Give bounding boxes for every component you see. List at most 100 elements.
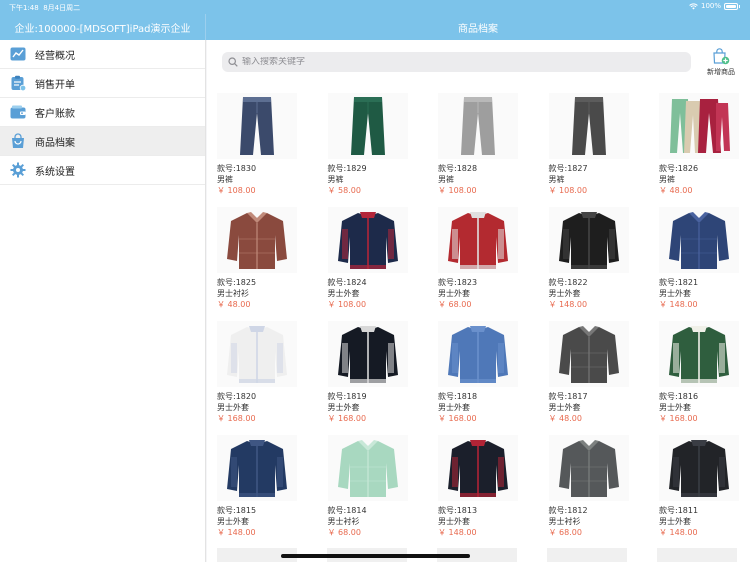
product-code: 款号:1829 [327, 164, 367, 173]
product-price: ￥ 108.00 [548, 186, 588, 195]
product-card[interactable]: 款号:1815 男士外套 ￥ 148.00 [217, 435, 317, 543]
product-name: 男士外套 [659, 403, 691, 412]
product-name: 男士外套 [217, 517, 249, 526]
product-code: 款号:1820 [217, 392, 257, 401]
product-name: 男裤 [438, 175, 454, 184]
product-name: 男士衬衫 [548, 517, 581, 526]
product-card[interactable]: 款号:1813 男士外套 ￥ 148.00 [438, 435, 538, 543]
product-price: ￥ 168.00 [327, 414, 367, 423]
next-row-peek [547, 548, 627, 562]
product-name: 男士外套 [217, 403, 249, 412]
product-name: 男裤 [659, 175, 675, 184]
battery-icon [724, 2, 738, 10]
status-indicators: 100% [689, 2, 740, 10]
product-image [327, 93, 408, 159]
top-bar: 下午1:48 8月4日周二 100% 企业:100000-[MDSOFT]iPa… [0, 0, 750, 40]
product-image [217, 93, 297, 159]
search-bar[interactable] [222, 52, 691, 72]
product-name: 男士衬衫 [327, 517, 360, 526]
status-time: 下午1:48 8月4日周二 [9, 4, 81, 12]
product-code: 款号:1822 [548, 278, 588, 287]
battery-percent: 100% [700, 2, 721, 10]
product-image [659, 93, 739, 159]
product-card[interactable]: 款号:1820 男士外套 ￥ 168.00 [217, 321, 317, 429]
product-image [548, 93, 629, 159]
add-product-button[interactable]: 新增商品 [701, 48, 741, 78]
product-name: 男士外套 [438, 517, 470, 526]
product-price: ￥ 108.00 [327, 300, 367, 309]
product-card[interactable]: 款号:1817 男士外套 ￥ 48.00 [548, 321, 649, 429]
product-card[interactable]: 款号:1819 男士外套 ￥ 168.00 [327, 321, 428, 429]
product-code: 款号:1826 [659, 164, 699, 173]
product-price: ￥ 58.00 [327, 186, 361, 195]
sidebar-item-business-overview[interactable]: 经营概况 [0, 40, 205, 69]
product-code: 款号:1817 [548, 392, 588, 401]
product-image [659, 435, 739, 501]
add-product-label: 新增商品 [707, 68, 735, 76]
product-name: 男士外套 [659, 517, 691, 526]
product-price: ￥ 68.00 [438, 300, 472, 309]
sidebar-item-sales-order[interactable]: 销售开单 [0, 69, 205, 98]
product-price: ￥ 168.00 [438, 414, 477, 423]
product-price: ￥ 68.00 [327, 528, 361, 537]
product-card[interactable]: 款号:1829 男裤 ￥ 58.00 [327, 93, 428, 201]
product-code: 款号:1818 [438, 392, 478, 401]
product-card[interactable]: 款号:1826 男裤 ￥ 48.00 [659, 93, 750, 201]
home-indicator [281, 554, 470, 558]
product-price: ￥ 148.00 [438, 528, 477, 537]
product-name: 男士衬衫 [217, 289, 249, 298]
product-image [438, 207, 518, 273]
product-image [327, 207, 408, 273]
product-name: 男士外套 [659, 289, 691, 298]
product-card[interactable]: 款号:1830 男裤 ￥ 108.00 [217, 93, 317, 201]
product-card[interactable]: 款号:1827 男裤 ￥ 108.00 [548, 93, 649, 201]
product-price: ￥ 148.00 [548, 300, 588, 309]
product-image [659, 207, 739, 273]
product-card[interactable]: 款号:1824 男士外套 ￥ 108.00 [327, 207, 428, 315]
product-name: 男士外套 [327, 289, 360, 298]
product-price: ￥ 168.00 [659, 414, 698, 423]
product-card[interactable]: 款号:1823 男士外套 ￥ 68.00 [438, 207, 538, 315]
product-image [327, 321, 408, 387]
bag-plus-icon [713, 48, 730, 65]
sidebar-item-label: 经营概况 [35, 50, 75, 62]
product-image [327, 435, 408, 501]
product-price: ￥ 108.00 [217, 186, 256, 195]
product-card[interactable]: 款号:1816 男士外套 ￥ 168.00 [659, 321, 750, 429]
product-card[interactable]: 款号:1811 男士外套 ￥ 148.00 [659, 435, 750, 543]
sidebar-item-customer-accounts[interactable]: 客户账款 [0, 98, 205, 127]
product-card[interactable]: 款号:1828 男裤 ￥ 108.00 [438, 93, 538, 201]
sidebar-item-system-settings[interactable]: 系统设置 [0, 156, 205, 185]
wallet-icon [10, 104, 26, 120]
product-name: 男裤 [548, 175, 565, 184]
sidebar: 经营概况 销售开单 客户账款 商品档案 系统设置 [0, 40, 206, 562]
sidebar-item-label: 客户账款 [35, 108, 75, 120]
product-code: 款号:1814 [327, 506, 367, 515]
company-title: 企业:100000-[MDSOFT]iPad演示企业 [0, 14, 206, 40]
product-code: 款号:1821 [659, 278, 699, 287]
product-card[interactable]: 款号:1818 男士外套 ￥ 168.00 [438, 321, 538, 429]
product-image [217, 207, 297, 273]
product-code: 款号:1812 [548, 506, 588, 515]
main-content: 新增商品 款号:1830男裤￥ 108.00款号:1829男裤￥ 58.00款号… [207, 40, 750, 562]
product-code: 款号:1811 [659, 506, 699, 515]
product-price: ￥ 148.00 [659, 528, 698, 537]
product-code: 款号:1823 [438, 278, 478, 287]
product-price: ￥ 168.00 [217, 414, 256, 423]
product-image [217, 321, 297, 387]
product-card[interactable]: 款号:1825 男士衬衫 ￥ 48.00 [217, 207, 317, 315]
product-card[interactable]: 款号:1814 男士衬衫 ￥ 68.00 [327, 435, 428, 543]
product-image [548, 207, 629, 273]
sidebar-item-label: 销售开单 [35, 79, 75, 91]
bag-icon [10, 133, 26, 149]
gear-icon [10, 162, 26, 178]
search-icon [228, 57, 238, 67]
product-card[interactable]: 款号:1822 男士外套 ￥ 148.00 [548, 207, 649, 315]
product-card[interactable]: 款号:1812 男士衬衫 ￥ 68.00 [548, 435, 649, 543]
sidebar-item-product-archive[interactable]: 商品档案 [0, 127, 205, 156]
product-code: 款号:1813 [438, 506, 478, 515]
product-image [548, 435, 629, 501]
chart-icon [10, 46, 26, 62]
product-card[interactable]: 款号:1821 男士外套 ￥ 148.00 [659, 207, 750, 315]
search-input[interactable] [242, 57, 682, 67]
